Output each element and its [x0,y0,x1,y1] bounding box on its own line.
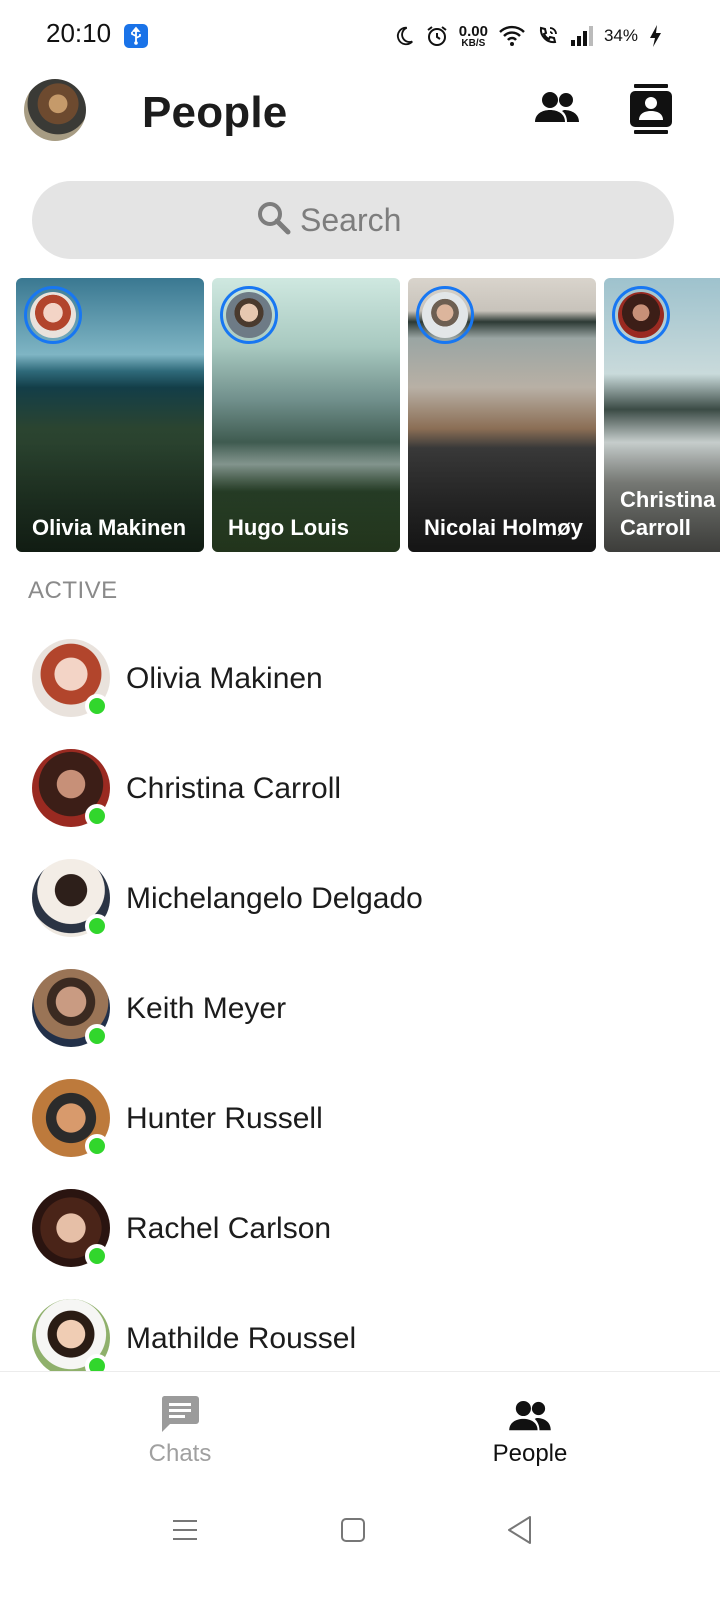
active-person-row[interactable]: Olivia Makinen [0,626,720,736]
tab-people[interactable]: People [350,1372,710,1489]
status-bar: 20:10 0.00 KB/S 34% [0,0,720,70]
active-person-row[interactable]: Christina Carroll [0,736,720,846]
search-input[interactable] [300,201,450,239]
net-speed: 0.00 KB/S [459,24,488,49]
active-section-label: ACTIVE [28,577,118,604]
people-icon [534,92,580,134]
battery-level: 34% [603,26,638,45]
active-people-list: Olivia Makinen Christina Carroll Michela… [0,626,720,1372]
person-name: Christina Carroll [126,772,342,805]
status-icons: 0.00 KB/S 34% [393,20,662,52]
active-person-row[interactable]: Michelangelo Delgado [0,846,720,956]
menu-button[interactable] [165,1512,205,1552]
story-card[interactable]: Olivia Makinen [16,278,204,552]
online-indicator [85,1134,109,1158]
back-icon [506,1515,534,1550]
online-indicator [85,1024,109,1048]
active-person-row[interactable]: Hunter Russell [0,1066,720,1176]
tab-label: People [492,1440,568,1467]
profile-avatar[interactable] [24,79,86,141]
header: People [0,70,720,160]
signal-icon [570,25,594,47]
home-button[interactable] [333,1512,373,1552]
online-indicator [85,1354,109,1372]
person-name: Keith Meyer [126,992,287,1025]
tab-chats[interactable]: Chats [0,1372,360,1489]
person-name: Hunter Russell [126,1102,323,1135]
wifi-call-icon [536,24,560,48]
bottom-nav: Chats People [0,1371,720,1488]
people-icon [508,1390,552,1434]
story-avatar [416,286,474,344]
story-name: Olivia Makinen [32,515,187,540]
active-person-row[interactable]: Keith Meyer [0,956,720,1066]
search-icon [256,200,292,241]
story-avatar [24,286,82,344]
story-card[interactable]: Hugo Louis [212,278,400,552]
people-requests-button[interactable] [534,90,580,130]
page-title: People [142,88,288,137]
moon-icon [393,24,415,48]
stories-carousel[interactable]: Olivia Makinen Hugo Louis Nicolai Holmøy… [0,278,720,553]
active-person-row[interactable]: Mathilde Roussel [0,1286,720,1372]
person-name: Rachel Carlson [126,1212,332,1245]
back-button[interactable] [500,1512,540,1552]
story-name: Hugo Louis [228,515,349,540]
contacts-button[interactable] [630,84,672,134]
system-nav-bar [0,1488,720,1600]
menu-icon [172,1519,198,1546]
person-name: Olivia Makinen [126,662,323,695]
online-indicator [85,694,109,718]
person-name: Michelangelo Delgado [126,882,423,915]
net-speed-value: 0.00 [458,22,488,40]
alarm-icon [425,24,449,48]
story-name: Nicolai Holmøy [424,515,583,540]
story-card[interactable]: Nicolai Holmøy [408,278,596,552]
status-time: 20:10 [46,18,112,48]
net-speed-unit: KB/S [461,37,486,49]
online-indicator [85,804,109,828]
tab-label: Chats [148,1440,212,1467]
home-icon [340,1517,366,1548]
online-indicator [85,1244,109,1268]
online-indicator [85,914,109,938]
active-person-row[interactable]: Rachel Carlson [0,1176,720,1286]
chat-bubble-icon [160,1390,200,1434]
search-bar[interactable] [32,181,674,259]
story-name: Christina Carroll [620,487,716,540]
charging-icon [648,24,662,48]
wifi-icon [498,24,526,48]
story-card[interactable]: Christina Carroll [604,278,720,552]
story-avatar [612,286,670,344]
person-name: Mathilde Roussel [126,1322,357,1355]
usb-debug-icon [124,24,148,48]
story-avatar [220,286,278,344]
contacts-icon [630,84,672,138]
